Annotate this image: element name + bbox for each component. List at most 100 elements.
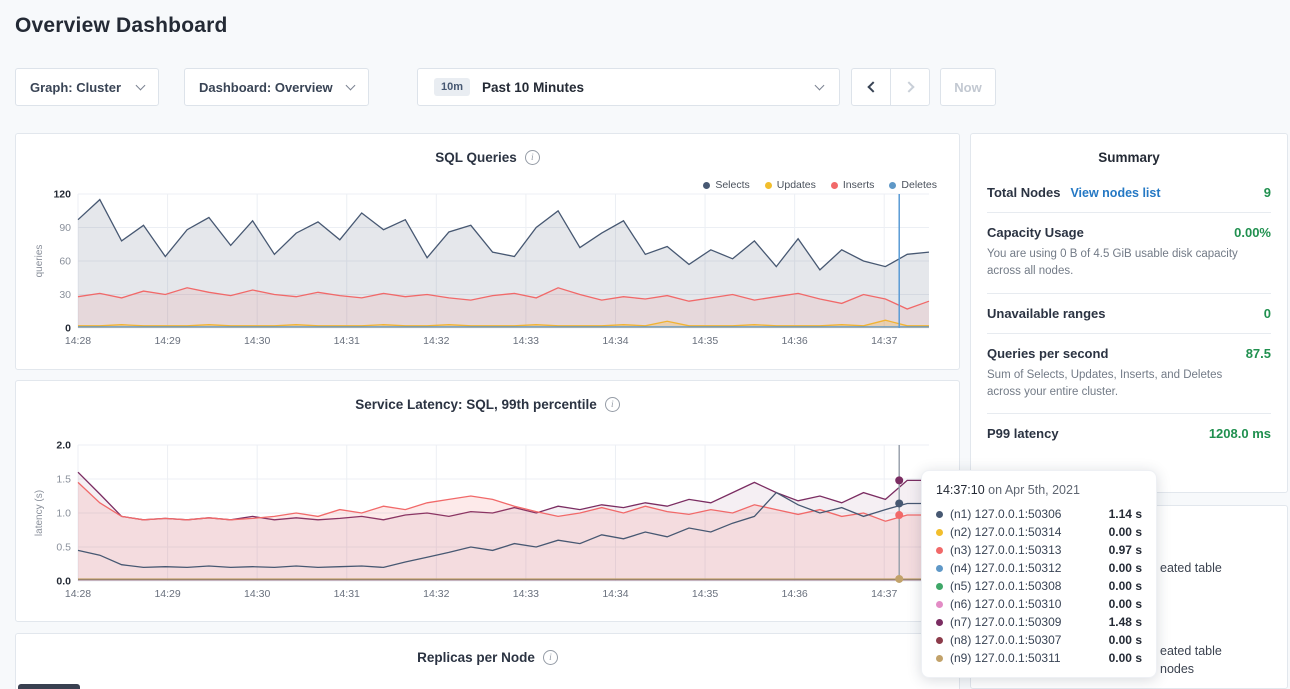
node-latency-value: 0.00 s [1109, 633, 1142, 647]
svg-text:14:34: 14:34 [602, 335, 628, 347]
svg-text:0.0: 0.0 [56, 576, 71, 588]
chevron-down-icon [815, 81, 825, 91]
svg-text:14:30: 14:30 [244, 335, 270, 347]
sql-queries-card: SQL Queries i SelectsUpdatesInsertsDelet… [15, 133, 960, 370]
event-item-fragment: eated table [1160, 561, 1222, 575]
svg-text:14:36: 14:36 [781, 588, 807, 600]
node-color-dot [936, 637, 943, 644]
overview-dashboard-page: Overview Dashboard Graph: Cluster Dashbo… [0, 0, 1290, 689]
info-icon[interactable]: i [605, 397, 620, 412]
tooltip-date: on Apr 5th, 2021 [988, 483, 1080, 497]
svg-text:14:35: 14:35 [692, 588, 718, 600]
time-range-badge: 10m [434, 78, 470, 96]
svg-text:14:35: 14:35 [692, 335, 718, 347]
sql-queries-title: SQL Queries i [16, 150, 959, 165]
svg-text:14:33: 14:33 [513, 588, 539, 600]
chevron-left-icon [867, 81, 878, 92]
service-latency-chart[interactable]: 0.00.51.01.52.014:2814:2914:3014:3114:32… [32, 435, 945, 605]
node-color-dot [936, 511, 943, 518]
time-range-picker[interactable]: 10m Past 10 Minutes [417, 68, 840, 106]
summary-row-label: Capacity Usage [987, 225, 1084, 240]
node-address: (n5) 127.0.0.1:50308 [950, 579, 1061, 593]
chevron-right-icon [903, 81, 914, 92]
graph-dropdown-label: Graph: Cluster [30, 80, 121, 95]
info-icon[interactable]: i [525, 150, 540, 165]
node-color-dot [936, 601, 943, 608]
tooltip-node-row: (n9) 127.0.0.1:503110.00 s [936, 649, 1142, 667]
tooltip-node-row: (n6) 127.0.0.1:503100.00 s [936, 595, 1142, 613]
node-address: (n7) 127.0.0.1:50309 [950, 615, 1061, 629]
tooltip-node-row: (n4) 127.0.0.1:503120.00 s [936, 559, 1142, 577]
node-color-dot [936, 655, 943, 662]
summary-row-unavailable-ranges: Unavailable ranges 0 [987, 294, 1271, 334]
tooltip-timestamp: 14:37:10 on Apr 5th, 2021 [936, 483, 1142, 497]
svg-text:14:29: 14:29 [154, 335, 180, 347]
summary-row-value: 0 [1264, 306, 1271, 321]
sql-queries-chart[interactable]: 030609012014:2814:2914:3014:3114:3214:33… [32, 184, 945, 352]
summary-row-label: Total Nodes [987, 185, 1060, 200]
summary-row-label: Queries per second [987, 346, 1108, 361]
dashboard-dropdown[interactable]: Dashboard: Overview [184, 68, 369, 106]
summary-row-value: 0.00% [1234, 225, 1271, 240]
summary-row-label: P99 latency [987, 426, 1059, 441]
svg-text:14:37: 14:37 [871, 335, 897, 347]
svg-text:60: 60 [59, 256, 71, 268]
info-icon[interactable]: i [543, 650, 558, 665]
svg-text:14:37: 14:37 [871, 588, 897, 600]
svg-text:14:29: 14:29 [154, 588, 180, 600]
svg-text:14:36: 14:36 [781, 335, 807, 347]
tooltip-node-row: (n7) 127.0.0.1:50309 1.48 s [936, 613, 1142, 631]
svg-text:14:31: 14:31 [334, 335, 360, 347]
summary-row-queries-per-second: Queries per second 87.5 Sum of Selects, … [987, 334, 1271, 415]
chart-title-text: Replicas per Node [417, 650, 535, 665]
summary-row-description: Sum of Selects, Updates, Inserts, and De… [987, 367, 1255, 402]
svg-text:1.5: 1.5 [56, 474, 71, 486]
chart-tooltip: 14:37:10 on Apr 5th, 2021 (n1) 127.0.0.1… [921, 470, 1157, 678]
chevron-down-icon [346, 81, 356, 91]
chart-title-text: Service Latency: SQL, 99th percentile [355, 397, 597, 412]
node-color-dot [936, 583, 943, 590]
service-latency-card: Service Latency: SQL, 99th percentile i … [15, 380, 960, 622]
page-title: Overview Dashboard [15, 14, 228, 38]
node-address: (n6) 127.0.0.1:50310 [950, 597, 1061, 611]
svg-text:90: 90 [59, 222, 71, 234]
node-latency-value: 0.97 s [1109, 543, 1142, 557]
node-address: (n8) 127.0.0.1:50307 [950, 633, 1061, 647]
summary-row-total-nodes: Total Nodes View nodes list 9 [987, 173, 1271, 213]
node-latency-value: 0.00 s [1109, 651, 1142, 665]
svg-text:30: 30 [59, 289, 71, 301]
toolbar: Graph: Cluster Dashboard: Overview 10m P… [15, 68, 996, 106]
summary-row-capacity-usage: Capacity Usage 0.00% You are using 0 B o… [987, 213, 1271, 294]
tooltip-node-row: (n8) 127.0.0.1:50307 0.00 s [936, 631, 1142, 649]
prev-time-button[interactable] [851, 68, 891, 106]
summary-row-p99-latency: P99 latency 1208.0 ms [987, 414, 1271, 453]
svg-text:14:28: 14:28 [65, 335, 91, 347]
node-color-dot [936, 529, 943, 536]
graph-dropdown[interactable]: Graph: Cluster [15, 68, 159, 106]
svg-text:0: 0 [65, 323, 71, 335]
summary-row-value: 87.5 [1246, 346, 1271, 361]
event-item-fragment: nodes [1160, 662, 1194, 676]
summary-row-value: 1208.0 ms [1209, 426, 1271, 441]
svg-text:1.0: 1.0 [56, 508, 71, 520]
svg-text:14:32: 14:32 [423, 335, 449, 347]
summary-row-description: You are using 0 B of 4.5 GiB usable disk… [987, 246, 1255, 281]
summary-title: Summary [971, 134, 1287, 173]
tooltip-time: 14:37:10 [936, 483, 985, 497]
view-nodes-list-link[interactable]: View nodes list [1070, 186, 1160, 200]
next-time-button[interactable] [890, 68, 930, 106]
svg-text:2.0: 2.0 [56, 440, 71, 452]
replicas-per-node-card: Replicas per Node i [15, 633, 960, 689]
node-latency-value: 1.48 s [1109, 615, 1142, 629]
node-latency-value: 0.00 s [1109, 561, 1142, 575]
summary-row-value: 9 [1264, 185, 1271, 200]
time-range-label: Past 10 Minutes [482, 80, 584, 95]
svg-text:14:30: 14:30 [244, 588, 270, 600]
now-button[interactable]: Now [940, 68, 996, 106]
node-color-dot [936, 565, 943, 572]
svg-text:14:31: 14:31 [334, 588, 360, 600]
svg-text:14:34: 14:34 [602, 588, 628, 600]
chevron-down-icon [136, 81, 146, 91]
svg-text:120: 120 [53, 189, 71, 201]
node-latency-value: 0.00 s [1109, 525, 1142, 539]
